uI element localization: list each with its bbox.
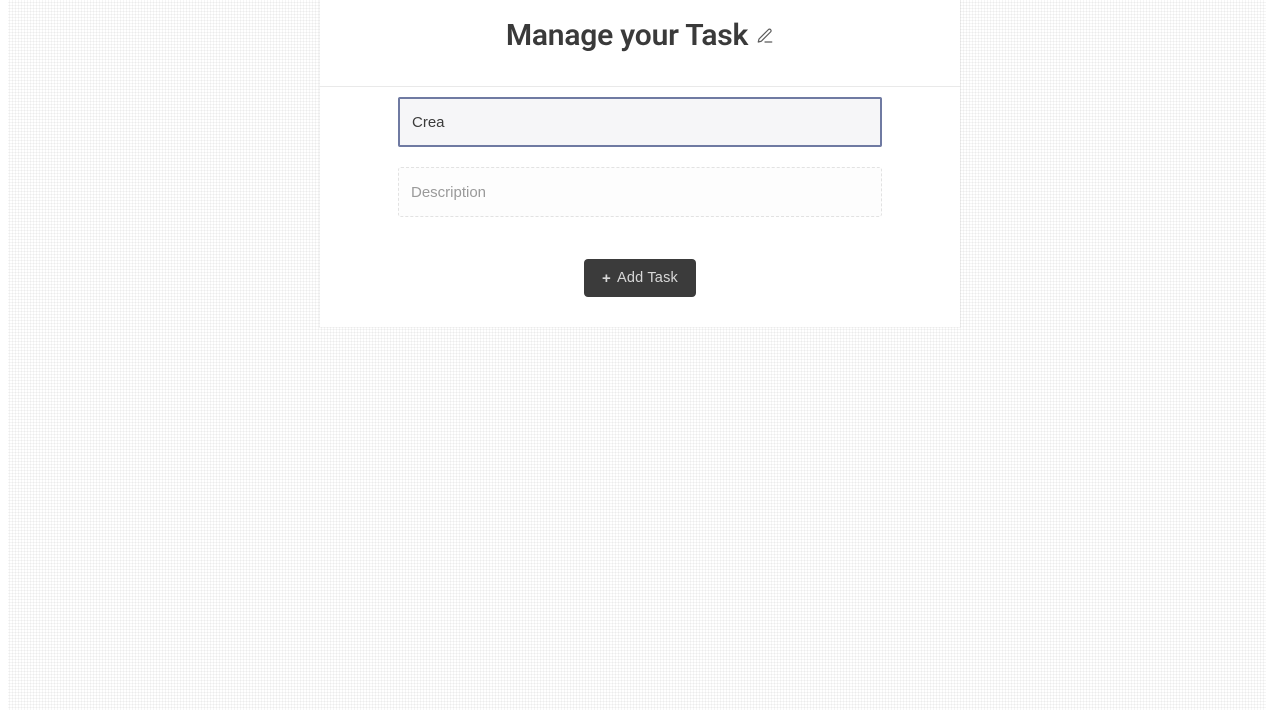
add-task-button[interactable]: + Add Task [584, 259, 696, 297]
page-title-text: Manage your Task [506, 18, 748, 53]
task-card: Manage your Task + Add Task [320, 0, 960, 327]
page-edge-bottom [0, 710, 1280, 720]
button-row: + Add Task [398, 259, 882, 297]
plus-icon: + [602, 271, 611, 286]
page-title: Manage your Task [506, 18, 774, 53]
task-description-input[interactable] [398, 167, 882, 217]
edit-note-icon [756, 27, 774, 45]
card-header: Manage your Task [320, 0, 960, 87]
page-edge-right [1266, 0, 1280, 720]
task-title-input[interactable] [398, 97, 882, 147]
page-edge-left [0, 0, 8, 720]
add-task-button-label: Add Task [617, 270, 678, 286]
card-body: + Add Task [320, 87, 960, 325]
